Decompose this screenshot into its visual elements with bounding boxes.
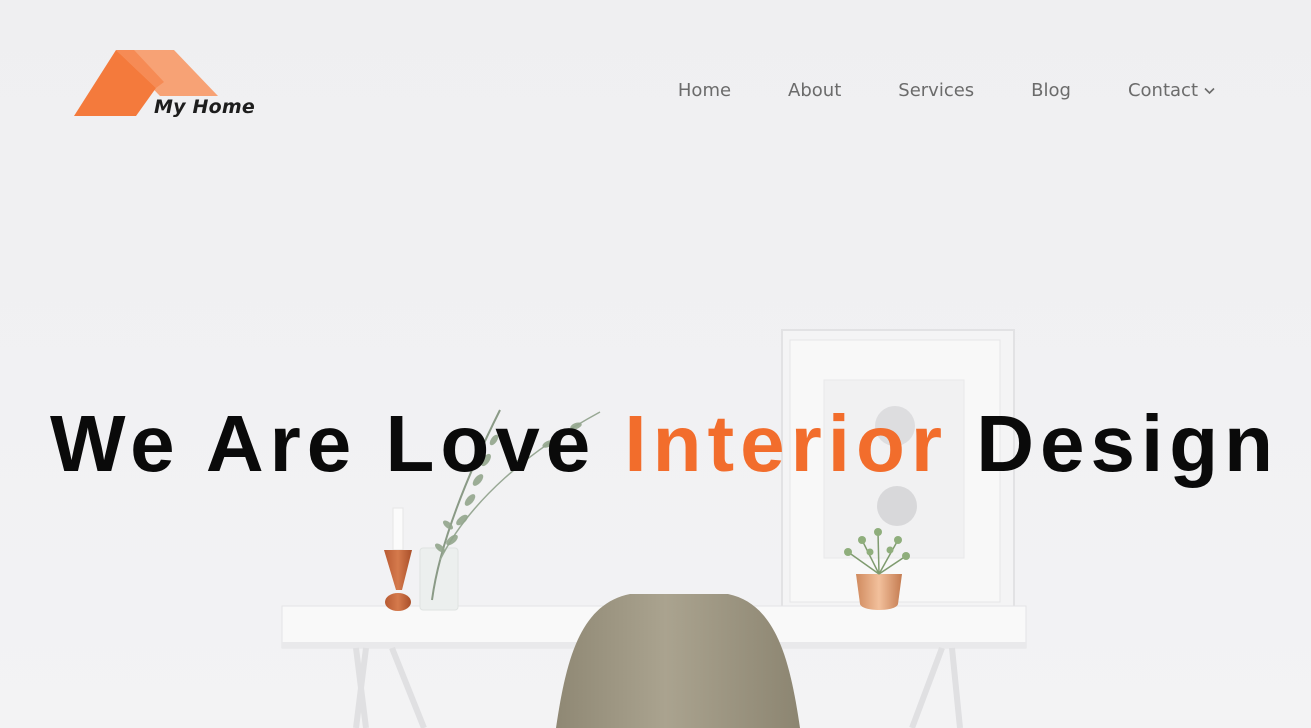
nav-link-label: About	[788, 79, 842, 101]
headline-text-end: Design	[976, 399, 1279, 488]
nav-link-about[interactable]: About	[788, 80, 841, 101]
nav-link-contact[interactable]: Contact	[1128, 80, 1215, 101]
headline-accent-word: Interior	[624, 399, 949, 488]
headline-text-start: We Are Love	[50, 399, 597, 488]
nav-link-blog[interactable]: Blog	[1031, 80, 1071, 101]
nav-link-home[interactable]: Home	[678, 80, 731, 101]
hero-headline: We Are Love Interior Design	[0, 398, 1311, 490]
nav-link-label: Blog	[1031, 79, 1071, 101]
hero-section: My Home Home About Services Blog Contact…	[0, 0, 1311, 728]
brand-logo[interactable]: My Home	[74, 48, 264, 128]
nav-link-services[interactable]: Services	[898, 80, 974, 101]
nav-link-label: Home	[677, 79, 732, 101]
nav-link-label: Services	[898, 79, 975, 101]
brand-name: My Home	[154, 96, 255, 118]
main-navigation: Home About Services Blog Contact	[678, 78, 1215, 102]
chevron-down-icon	[1204, 87, 1215, 94]
nav-link-label: Contact	[1127, 79, 1198, 101]
